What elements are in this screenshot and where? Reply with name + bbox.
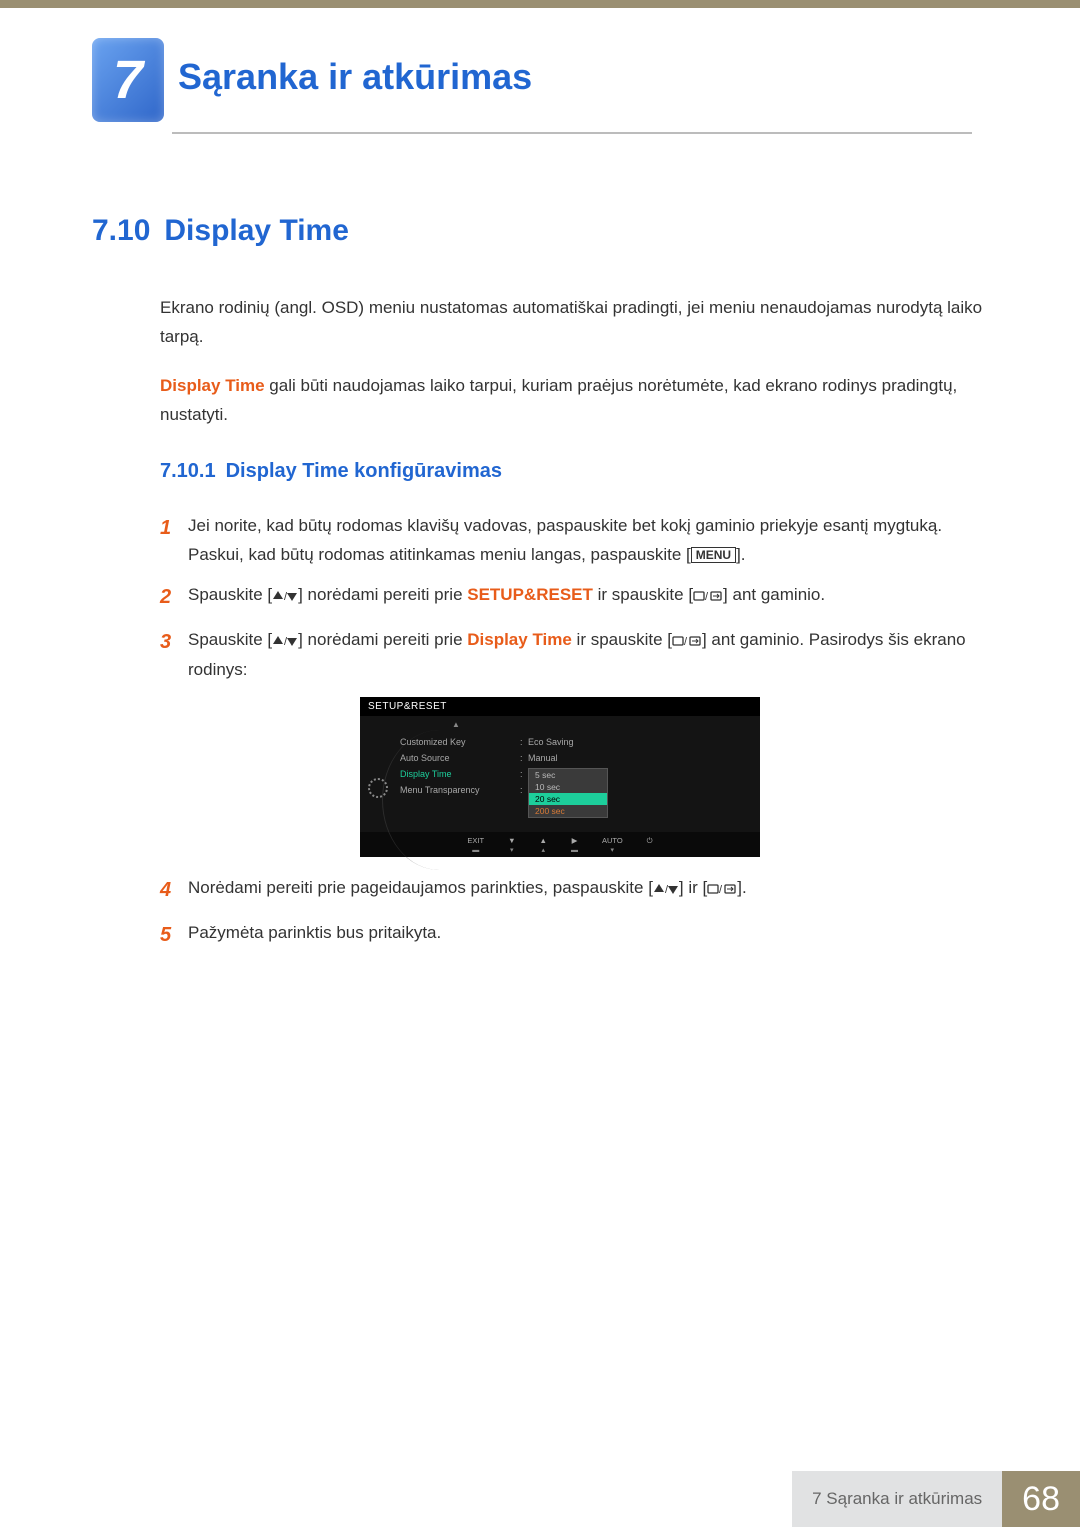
t: ir spauskite [ [593,585,693,604]
footer-page-number: 68 [1002,1471,1080,1527]
step-number: 2 [160,580,188,615]
step-text: Jei norite, kad būtų rodomas klavišų vad… [188,511,990,571]
source-enter-icon: / [707,883,737,895]
osd-panel: SETUP&RESET ▲ Customized Key : Eco Savin… [360,697,760,857]
intro-rest: gali būti naudojamas laiko tarpui, kuria… [160,376,957,424]
t: ] norėdami pereiti prie [298,630,467,649]
chapter-number-badge: 7 [92,38,164,122]
step-text: Spauskite [ / ] norėdami pereiti prie Disp… [188,625,990,685]
osd-footer-right: ▶▬ [571,836,578,855]
osd-footer-auto: AUTO▾ [602,836,623,855]
step-number: 5 [160,918,188,953]
t: ] ant gaminio. [723,585,825,604]
source-enter-icon: / [672,635,702,647]
colon: : [520,785,528,795]
t: ir spauskite [ [572,630,672,649]
t: ] norėdami pereiti prie [298,585,467,604]
osd-option: 10 sec [529,781,607,793]
step-text: Spauskite [ / ] norėdami pereiti prie SETU… [188,580,990,610]
osd-row-value: Eco Saving [528,737,574,747]
page-footer: 7 Sąranka ir atkūrimas 68 [792,1471,1080,1527]
t: ] ir [ [679,878,707,897]
osd-row-value: Manual [528,753,558,763]
step-text: Pažymėta parinktis bus pritaikyta. [188,918,990,948]
svg-text:/: / [684,636,688,647]
section-intro-1: Ekrano rodinių (angl. OSD) meniu nustato… [160,294,990,352]
osd-screenshot: SETUP&RESET ▲ Customized Key : Eco Savin… [360,697,990,857]
section-intro-2: Display Time gali būti naudojamas laiko … [160,372,990,430]
svg-text:/: / [284,591,288,602]
display-time-label: Display Time [467,630,572,649]
step-text-b: ]. [736,545,745,564]
source-enter-icon: / [693,590,723,602]
step-4: 4 Norėdami pereiti prie pageidaujamos pa… [160,873,990,908]
colon: : [520,737,528,747]
section-heading: 7.10 Display Time [92,214,990,248]
svg-text:/: / [284,636,288,647]
setup-reset-label: SETUP&RESET [467,585,593,604]
intro-em: Display Time [160,376,265,395]
top-accent-bar [0,0,1080,8]
svg-text:/: / [719,884,723,895]
subsection-title: Display Time konfigūravimas [226,460,502,482]
osd-option-selected: 20 sec [529,793,607,805]
section-title: Display Time [164,214,349,247]
step-3: 3 Spauskite [ / ] norėdami pereiti prie Di… [160,625,990,685]
t: Norėdami pereiti prie pageidaujamos pari… [188,878,653,897]
osd-option: 5 sec [529,769,607,781]
subsection-heading: 7.10.1 Display Time konfigūravimas [160,460,990,483]
step-text: Norėdami pereiti prie pageidaujamos pari… [188,873,990,903]
up-down-arrow-icon: / [653,883,679,895]
up-down-arrow-icon: / [272,590,298,602]
step-number: 3 [160,625,188,660]
chapter-title: Sąranka ir atkūrimas [178,38,532,98]
step-2: 2 Spauskite [ / ] norėdami pereiti prie SE… [160,580,990,615]
osd-footer-up: ▲▴ [540,836,547,855]
step-number: 1 [160,511,188,546]
osd-title: SETUP&RESET [360,697,760,716]
t: Spauskite [ [188,585,272,604]
up-down-arrow-icon: / [272,635,298,647]
menu-button-label: MENU [691,547,736,563]
section-number: 7.10 [92,214,150,247]
osd-option: 200 sec [529,805,607,817]
osd-body: ▲ Customized Key : Eco Saving Auto Sourc… [360,716,760,832]
step-5: 5 Pažymėta parinktis bus pritaikyta. [160,918,990,953]
step-1: 1 Jei norite, kad būtų rodomas klavišų v… [160,511,990,571]
osd-up-arrow-icon: ▲ [452,720,460,729]
page-content: 7.10 Display Time Ekrano rodinių (angl. O… [0,134,1080,953]
osd-footer-power: ⏻ [647,836,653,855]
footer-chapter-label: 7 Sąranka ir atkūrimas [792,1471,1002,1527]
colon: : [520,769,528,779]
step-text-a: Jei norite, kad būtų rodomas klavišų vad… [188,516,942,565]
t: ]. [737,878,746,897]
steps-list: 1 Jei norite, kad būtų rodomas klavišų v… [160,511,990,953]
subsection-number: 7.10.1 [160,460,216,482]
osd-footer-down: ▼▾ [508,836,515,855]
svg-text:/: / [665,884,669,895]
colon: : [520,753,528,763]
svg-text:/: / [705,591,709,602]
chapter-header: 7 Sąranka ir atkūrimas [0,8,1080,122]
osd-options-dropdown: 5 sec 10 sec 20 sec 200 sec [528,768,608,818]
t: Spauskite [ [188,630,272,649]
step-number: 4 [160,873,188,908]
